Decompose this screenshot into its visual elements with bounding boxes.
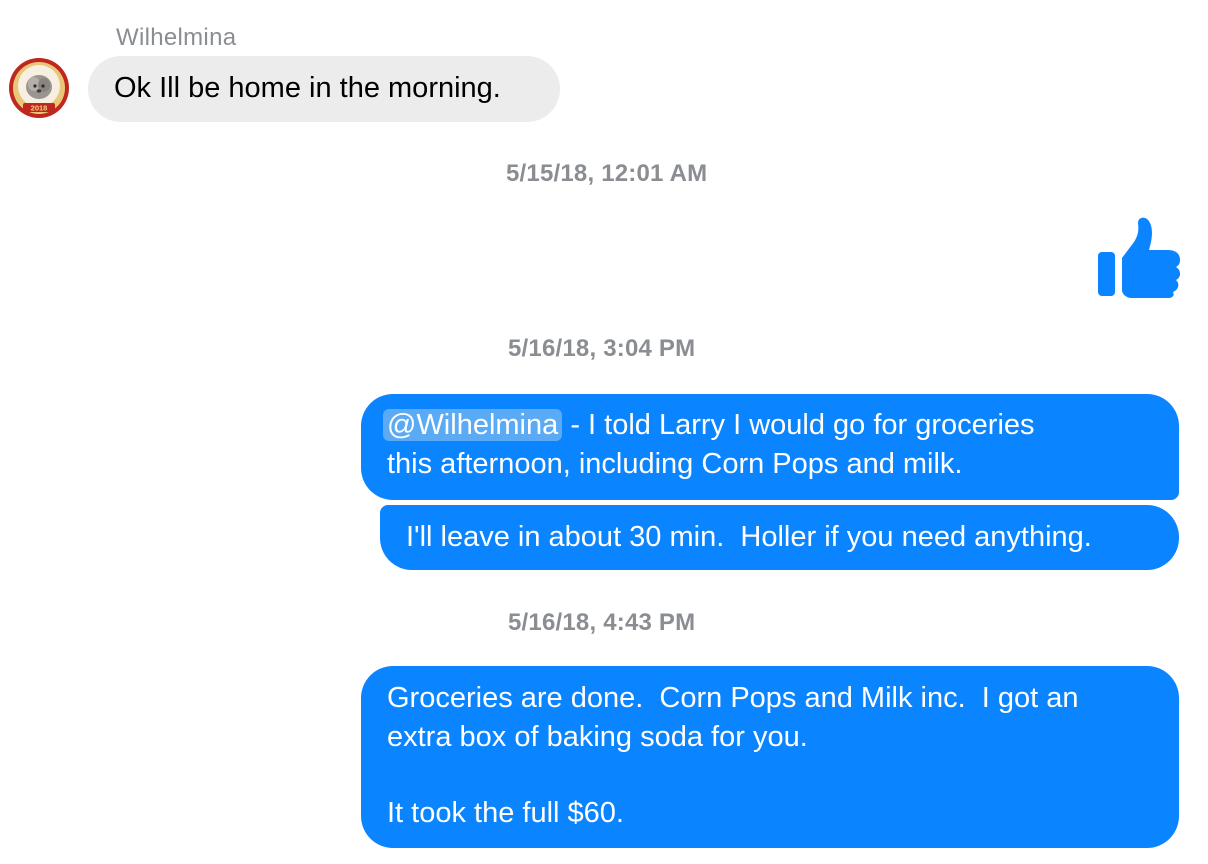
message-line: Groceries are done. Corn Pops and Milk i… xyxy=(387,682,1079,714)
message-text: - I told Larry I would go for groceries xyxy=(562,409,1035,441)
message-line: this afternoon, including Corn Pops and … xyxy=(387,448,963,480)
timestamp: 5/16/18, 4:43 PM xyxy=(508,609,696,636)
timestamp: 5/16/18, 3:04 PM xyxy=(508,335,696,362)
sender-name: Wilhelmina xyxy=(116,24,237,51)
mention-tag[interactable]: @Wilhelmina xyxy=(383,409,563,441)
message-line: extra box of baking soda for you. xyxy=(387,721,808,753)
contact-avatar[interactable]: 2018 xyxy=(8,57,70,119)
timestamp: 5/15/18, 12:01 AM xyxy=(506,160,708,187)
thumbs-up-icon[interactable] xyxy=(1096,216,1180,298)
message-line: @Wilhelmina - I told Larry I would go fo… xyxy=(383,406,1153,445)
avatar-badge-text: 2018 xyxy=(31,104,48,113)
outgoing-message-bubble[interactable]: Groceries are done. Corn Pops and Milk i… xyxy=(361,666,1179,848)
message-line: It took the full $60. xyxy=(387,797,624,829)
incoming-message-bubble[interactable]: Ok Ill be home in the morning. xyxy=(88,56,560,122)
outgoing-message-bubble[interactable]: @Wilhelmina - I told Larry I would go fo… xyxy=(361,394,1179,500)
outgoing-message-bubble[interactable]: I'll leave in about 30 min. Holler if yo… xyxy=(380,505,1179,570)
